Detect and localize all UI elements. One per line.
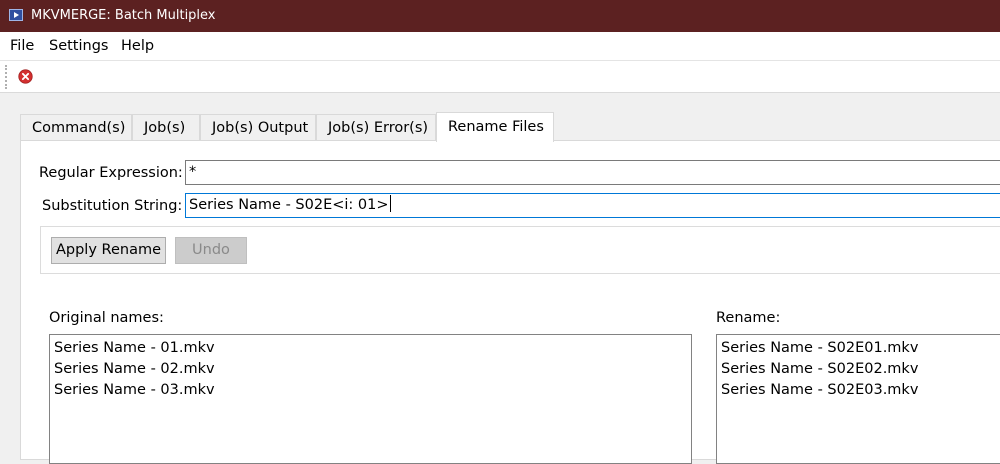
tab-label: Job(s) Error(s) [328,120,429,136]
original-names-label: Original names: [49,310,164,326]
renamed-names-list[interactable]: Series Name - S02E01.mkv Series Name - S… [716,334,1000,464]
rename-actions-group: Apply Rename Undo [40,226,1000,274]
menu-help[interactable]: Help [121,38,154,54]
text-caret [389,195,391,212]
tab-label: Job(s) Output [212,120,309,136]
list-item[interactable]: Series Name - S02E02.mkv [721,359,1000,380]
undo-button[interactable]: Undo [175,237,247,264]
tab-jobs[interactable]: Job(s) [132,114,200,140]
regex-value: * [189,164,197,180]
tab-label: Job(s) [144,120,186,136]
regex-input[interactable]: * [185,160,1000,185]
tab-commands[interactable]: Command(s) [20,114,132,140]
stop-icon[interactable] [18,69,33,84]
app-icon [9,9,23,21]
menu-file[interactable]: File [10,38,34,54]
rename-files-panel: Regular Expression: * Substitution Strin… [20,140,1000,464]
regex-label: Regular Expression: [39,165,183,181]
tab-bar: Command(s) Job(s) Job(s) Output Job(s) E… [20,112,1000,142]
toolbar [0,61,1000,93]
tab-label: Rename Files [448,119,544,135]
tab-jobs-errors[interactable]: Job(s) Error(s) [316,114,436,140]
list-item[interactable]: Series Name - 01.mkv [54,338,691,359]
window-title: MKVMERGE: Batch Multiplex [31,8,216,23]
substitution-input[interactable]: Series Name - S02E<i: 01> [185,193,1000,218]
original-names-list[interactable]: Series Name - 01.mkv Series Name - 02.mk… [49,334,692,464]
menu-settings[interactable]: Settings [49,38,108,54]
menu-bar: File Settings Help [0,32,1000,61]
tab-rename-files[interactable]: Rename Files [436,112,554,142]
toolbar-grip[interactable] [5,65,7,89]
list-item[interactable]: Series Name - 02.mkv [54,359,691,380]
title-bar: MKVMERGE: Batch Multiplex [0,0,1000,32]
substitution-value: Series Name - S02E<i: 01> [189,197,389,213]
substitution-label: Substitution String: [42,198,183,214]
list-item[interactable]: Series Name - S02E03.mkv [721,380,1000,401]
tab-label: Command(s) [32,120,126,136]
tab-jobs-output[interactable]: Job(s) Output [200,114,316,140]
list-item[interactable]: Series Name - S02E01.mkv [721,338,1000,359]
list-item[interactable]: Series Name - 03.mkv [54,380,691,401]
apply-rename-button[interactable]: Apply Rename [51,237,166,264]
rename-label: Rename: [716,310,781,326]
